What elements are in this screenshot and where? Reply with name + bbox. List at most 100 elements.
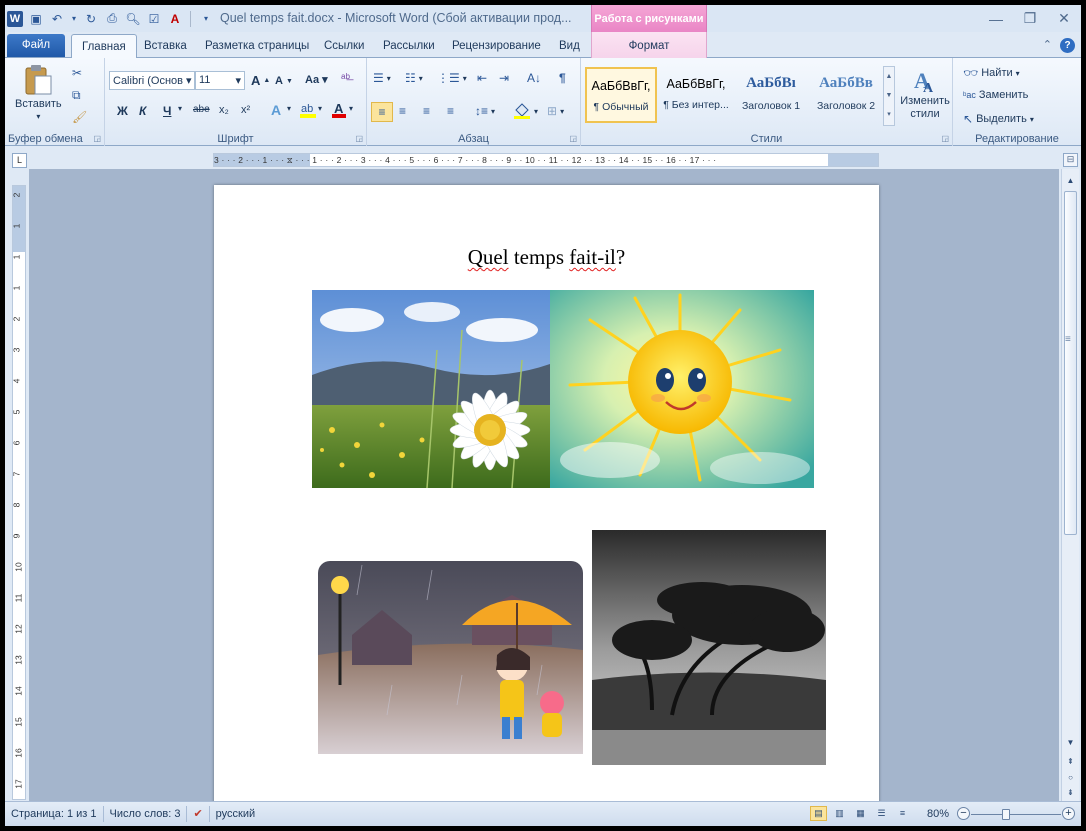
view-ruler-icon[interactable]: ⊟ bbox=[1063, 153, 1078, 167]
font-color-dropdown-icon[interactable]: ▾ bbox=[349, 104, 353, 113]
text-effects-dropdown-icon[interactable]: ▾ bbox=[287, 104, 291, 113]
zoom-knob[interactable] bbox=[1002, 808, 1010, 820]
underline-dropdown-icon[interactable]: ▾ bbox=[178, 104, 182, 113]
browse-object-icon[interactable]: ○ bbox=[1062, 770, 1079, 786]
styles-launcher-icon[interactable]: ◲ bbox=[941, 134, 949, 143]
change-styles-button[interactable]: AA Изменить стили bbox=[899, 66, 951, 121]
print-layout-icon[interactable]: ▤ bbox=[810, 806, 827, 821]
underline-button[interactable]: Ч bbox=[163, 104, 171, 118]
scroll-up-icon[interactable]: ▲ bbox=[1062, 173, 1079, 189]
rain-girl-picture[interactable] bbox=[312, 555, 589, 760]
font-color-icon[interactable]: A bbox=[167, 12, 183, 26]
align-right-icon[interactable]: ≡ bbox=[423, 104, 430, 118]
print-icon[interactable]: ⎙ bbox=[104, 11, 120, 26]
zoom-level[interactable]: 80% bbox=[915, 808, 949, 820]
close-icon[interactable]: ✕ bbox=[1047, 5, 1081, 32]
shrink-font-button[interactable]: A ▼ bbox=[275, 75, 293, 87]
word-logo-icon[interactable]: W bbox=[7, 10, 23, 27]
font-size-combo[interactable]: 11 ▾ bbox=[195, 71, 245, 90]
horizontal-ruler[interactable]: 3 · · · 2 · · · 1 · · · ⧖ · · · 1 · · · … bbox=[213, 153, 879, 167]
font-color-button-icon[interactable]: A bbox=[331, 101, 347, 119]
document-title[interactable]: Quel temps fait-il? bbox=[214, 245, 879, 270]
web-layout-icon[interactable]: ▦ bbox=[852, 806, 869, 821]
undo-icon[interactable]: ↶ bbox=[49, 12, 65, 26]
font-family-combo[interactable]: Calibri (Основ ▾ bbox=[109, 71, 195, 90]
text-effects-icon[interactable]: A bbox=[271, 102, 281, 118]
paragraph-launcher-icon[interactable]: ◲ bbox=[569, 134, 577, 143]
tab-insert[interactable]: Вставка bbox=[144, 34, 187, 58]
clipboard-launcher-icon[interactable]: ◲ bbox=[93, 134, 101, 143]
scroll-thumb[interactable] bbox=[1064, 191, 1077, 535]
change-case-button[interactable]: Aa ▾ bbox=[305, 73, 328, 87]
repeat-icon[interactable]: ↻ bbox=[83, 12, 99, 26]
multilevel-list-icon[interactable]: ⋮☰ ▾ bbox=[437, 71, 467, 85]
copy-icon[interactable]: ⧉ bbox=[72, 88, 81, 103]
bullets-icon[interactable]: ☰ ▾ bbox=[373, 71, 391, 85]
proofing-icon[interactable]: ✔ bbox=[187, 806, 210, 822]
next-page-icon[interactable]: ⇟ bbox=[1062, 785, 1079, 801]
vertical-scrollbar[interactable]: ▲ ≡ ▼ ⇞ ○ ⇟ bbox=[1061, 169, 1079, 801]
tab-selector[interactable]: L bbox=[12, 153, 27, 168]
restore-icon[interactable]: ❐ bbox=[1013, 5, 1047, 32]
cut-icon[interactable]: ✂ bbox=[72, 66, 82, 80]
tab-mailings[interactable]: Рассылки bbox=[383, 34, 435, 58]
print-preview-icon[interactable]: 🔍︎ bbox=[125, 12, 141, 26]
numbering-icon[interactable]: ☷ ▾ bbox=[405, 71, 423, 85]
strikethrough-button[interactable]: abe bbox=[193, 104, 210, 115]
highlight-dropdown-icon[interactable]: ▾ bbox=[318, 104, 322, 113]
minimize-icon[interactable]: — bbox=[979, 5, 1013, 32]
sort-icon[interactable]: A↓ bbox=[527, 71, 541, 85]
style-heading-1[interactable]: АаБбВı Заголовок 1 bbox=[735, 67, 807, 123]
show-marks-icon[interactable]: ¶ bbox=[559, 71, 566, 85]
clear-formatting-icon[interactable]: ᵃᵇ̶ bbox=[341, 71, 350, 85]
find-button[interactable]: 👓︎ Найти ▾ bbox=[963, 66, 1020, 80]
check-icon[interactable]: ☑ bbox=[146, 12, 162, 26]
style-normal[interactable]: АаБбВвГг, ¶ Обычный bbox=[585, 67, 657, 123]
tab-file[interactable]: Файл bbox=[7, 34, 65, 57]
scroll-down-icon[interactable]: ▼ bbox=[1062, 735, 1079, 751]
font-launcher-icon[interactable]: ◲ bbox=[355, 134, 363, 143]
outline-icon[interactable]: ☰ bbox=[873, 806, 890, 821]
decrease-indent-icon[interactable]: ⇤ bbox=[477, 71, 487, 85]
draft-icon[interactable]: ≡ bbox=[894, 806, 911, 821]
document-page[interactable]: Quel temps fait-il? bbox=[214, 185, 879, 801]
subscript-button[interactable]: x₂ bbox=[219, 104, 229, 116]
windy-tree-picture[interactable] bbox=[592, 530, 826, 765]
document-area[interactable]: Quel temps fait-il? bbox=[29, 169, 1059, 801]
format-painter-icon[interactable]: 🖌︎ bbox=[72, 110, 87, 124]
borders-icon[interactable]: ⊞ ▾ bbox=[547, 104, 564, 118]
tab-references[interactable]: Ссылки bbox=[324, 34, 365, 58]
language[interactable]: русский bbox=[210, 806, 261, 822]
zoom-slider[interactable]: − + bbox=[957, 806, 1075, 821]
prev-page-icon[interactable]: ⇞ bbox=[1062, 754, 1079, 770]
tab-page-layout[interactable]: Разметка страницы bbox=[205, 34, 309, 58]
tab-format[interactable]: Формат bbox=[591, 32, 707, 58]
daisy-picture[interactable] bbox=[312, 290, 550, 488]
tab-view[interactable]: Вид bbox=[559, 34, 580, 58]
highlight-icon[interactable]: ab bbox=[299, 101, 317, 119]
shading-icon[interactable]: ▾ bbox=[513, 102, 538, 120]
word-count[interactable]: Число слов: 3 bbox=[104, 806, 188, 822]
align-center-icon[interactable]: ≡ bbox=[399, 104, 406, 118]
sun-picture[interactable] bbox=[550, 290, 814, 488]
tab-review[interactable]: Рецензирование bbox=[452, 34, 541, 58]
save-icon[interactable]: ▣ bbox=[28, 12, 44, 26]
select-button[interactable]: ↖ Выделить ▾ bbox=[963, 112, 1034, 126]
align-left-button[interactable]: ≡ bbox=[371, 102, 393, 122]
help-icon[interactable]: ? bbox=[1060, 38, 1075, 53]
justify-icon[interactable]: ≡ bbox=[447, 104, 454, 118]
zoom-out-icon[interactable]: − bbox=[957, 806, 970, 820]
undo-dropdown-icon[interactable]: ▾ bbox=[70, 14, 78, 23]
zoom-in-icon[interactable]: + bbox=[1062, 806, 1075, 820]
style-heading-2[interactable]: АаБбВв Заголовок 2 bbox=[810, 67, 882, 123]
minimize-ribbon-icon[interactable]: ⌃ bbox=[1043, 38, 1052, 53]
customize-qa-icon[interactable]: ▾ bbox=[198, 14, 214, 23]
paste-dropdown-icon[interactable]: ▾ bbox=[36, 112, 40, 121]
italic-button[interactable]: К bbox=[139, 104, 146, 118]
line-spacing-icon[interactable]: ↕≡ ▾ bbox=[475, 104, 495, 118]
vertical-ruler[interactable]: 2 1 1 1 2 3 4 5 6 7 8 9 10 11 12 13 14 15 16 17 bbox=[12, 185, 26, 800]
bold-button[interactable]: Ж bbox=[117, 104, 128, 118]
page-count[interactable]: Страница: 1 из 1 bbox=[5, 806, 104, 822]
styles-scroll[interactable]: ▲ ▼ ▾ bbox=[883, 66, 895, 126]
tab-home[interactable]: Главная bbox=[71, 34, 137, 59]
